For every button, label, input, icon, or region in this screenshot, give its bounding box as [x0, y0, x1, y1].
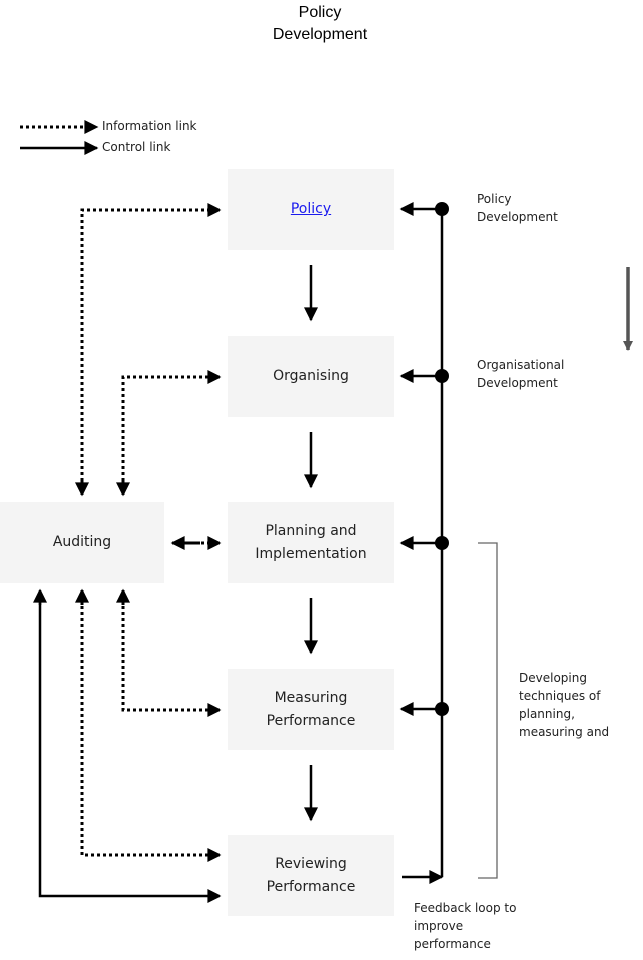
- auditing-label: Auditing: [52, 534, 112, 550]
- box-organising: Organising: [228, 336, 394, 417]
- label-feedback-line-1: Feedback loop to: [414, 901, 517, 915]
- label-techniques-line-2: techniques of: [519, 689, 601, 703]
- label-policy-development-line-2: Development: [477, 210, 558, 224]
- planning-label-line-2: Implementation: [255, 545, 367, 562]
- organising-label: Organising: [273, 368, 349, 384]
- bus-node-policy: [399, 202, 449, 216]
- label-techniques-line-3: planning,: [519, 707, 575, 721]
- connector-layer: [20, 120, 633, 903]
- measuring-label-line-1: Measuring: [274, 689, 348, 706]
- label-org-dev-line-1: Organisational: [477, 358, 565, 372]
- info-link-reviewing-auditing: [80, 600, 220, 857]
- box-policy[interactable]: Policy: [228, 169, 394, 250]
- bus-node-measuring: [399, 702, 449, 716]
- label-organisational-development: Organisational Development: [477, 356, 564, 392]
- label-techniques-line-4: measuring and: [519, 725, 610, 739]
- bus-node-organising: [399, 369, 449, 383]
- reviewing-label-line-1: Reviewing: [275, 855, 347, 872]
- reviewing-label-line-2: Performance: [266, 878, 356, 895]
- label-org-dev-line-2: Development: [477, 376, 558, 390]
- planning-label-line-1: Planning and: [265, 522, 357, 539]
- label-feedback-line-2: improve: [414, 919, 464, 933]
- info-link-auditing-organising: [121, 370, 222, 493]
- box-planning-implementation: Planning and Implementation: [228, 502, 394, 583]
- label-policy-development: Policy Development: [477, 190, 558, 226]
- box-measuring-performance: Measuring Performance: [228, 669, 394, 750]
- bus-node-planning: [399, 536, 449, 550]
- box-auditing: Auditing: [0, 502, 164, 583]
- techniques-bracket: [478, 542, 498, 879]
- label-developing-techniques: Developing techniques of planning, measu…: [519, 669, 609, 741]
- label-feedback-loop: Feedback loop to improve performance: [414, 899, 516, 953]
- label-techniques-line-1: Developing: [519, 671, 587, 685]
- label-policy-development-line-1: Policy: [477, 192, 512, 206]
- box-reviewing-performance: Reviewing Performance: [228, 835, 394, 916]
- control-link-auditing-reviewing: [38, 592, 222, 903]
- info-link-measuring-auditing: [121, 600, 220, 712]
- info-link-auditing-policy: [80, 203, 222, 493]
- measuring-label-line-2: Performance: [266, 712, 356, 729]
- policy-link[interactable]: Policy: [291, 198, 331, 221]
- label-feedback-line-3: performance: [414, 937, 491, 951]
